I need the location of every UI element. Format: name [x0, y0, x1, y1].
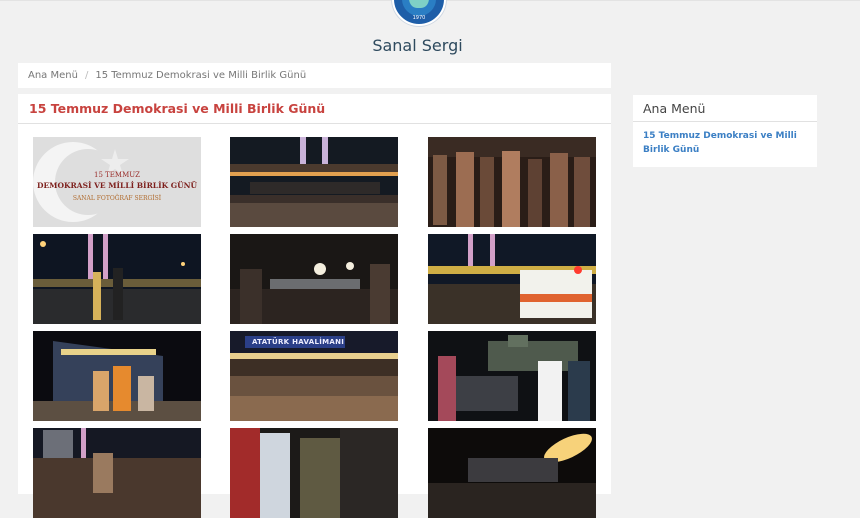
- poster-line-3: SANAL FOTOĞRAF SERGİSİ: [72, 195, 162, 202]
- sidebar-title: Ana Menü: [633, 95, 817, 122]
- sidebar-item-15-temmuz[interactable]: 15 Temmuz Demokrasi ve Milli Birlik Günü: [633, 122, 817, 157]
- gallery-photo-crowd-car[interactable]: [230, 234, 398, 324]
- site-logo[interactable]: 1970: [392, 0, 446, 26]
- breadcrumb-current: 15 Temmuz Demokrasi ve Milli Birlik Günü: [95, 70, 307, 81]
- poster-line-2: DEMOKRASİ VE MİLLİ BİRLİK GÜNÜ: [36, 181, 198, 190]
- gallery-photo-soldier[interactable]: [230, 428, 398, 518]
- poster-line-1: 15 TEMMUZ: [93, 171, 140, 179]
- gallery-photo-city-crowd[interactable]: [33, 428, 201, 518]
- gallery-photo-bridge-crowd[interactable]: [230, 137, 398, 227]
- gallery-photo-ambulance[interactable]: [428, 234, 596, 324]
- airport-sign-text: ATATÜRK HAVALİMANI: [252, 338, 345, 346]
- gallery-photo-tank[interactable]: [428, 331, 596, 421]
- site-title: Sanal Sergi: [372, 36, 463, 55]
- gallery-photo-fire[interactable]: [428, 428, 596, 518]
- gallery-title: 15 Temmuz Demokrasi ve Milli Birlik Günü: [18, 94, 611, 124]
- breadcrumb-separator: /: [84, 70, 89, 81]
- gallery-photo-crowd-standing[interactable]: [428, 137, 596, 227]
- breadcrumb-home-link[interactable]: Ana Menü: [28, 70, 78, 81]
- sidebar-panel: Ana Menü 15 Temmuz Demokrasi ve Milli Bi…: [633, 95, 817, 167]
- logo-year: 1970: [412, 15, 426, 21]
- breadcrumb: Ana Menü / 15 Temmuz Demokrasi ve Milli Bi…: [18, 63, 611, 88]
- gallery-photo-kiosk[interactable]: [33, 331, 201, 421]
- gallery-photo-poster[interactable]: 15 TEMMUZ DEMOKRASİ VE MİLLİ BİRLİK GÜNÜ…: [33, 137, 201, 227]
- gallery-photo-bridge-night[interactable]: [33, 234, 201, 324]
- gallery-photo-airport-crowd[interactable]: ATATÜRK HAVALİMANI: [230, 331, 398, 421]
